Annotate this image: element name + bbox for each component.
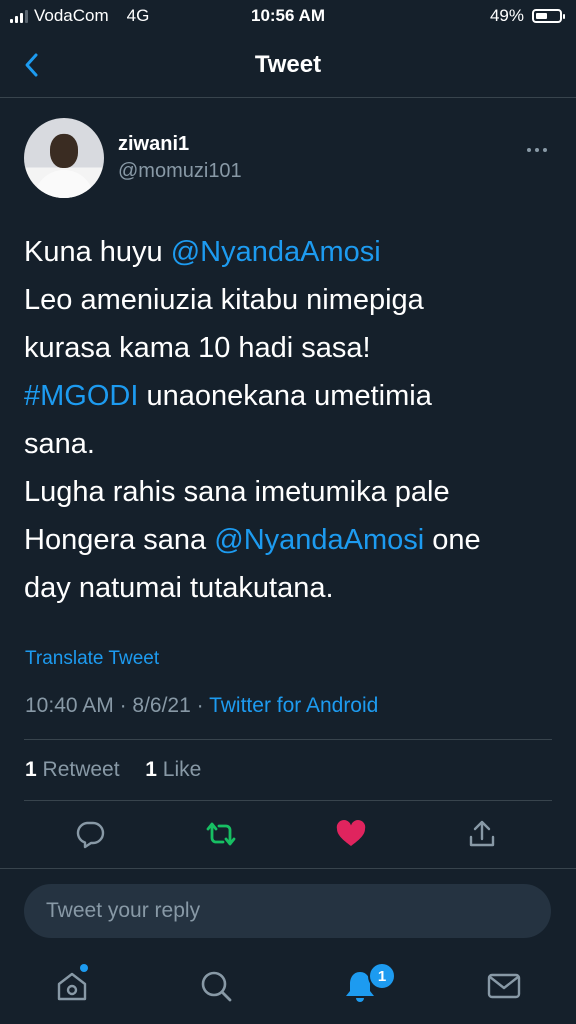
retweet-button[interactable] <box>204 818 236 850</box>
tweet-line: Hongera sana @NyandaAmosi one <box>24 516 554 564</box>
home-new-dot <box>80 964 88 972</box>
tweet-source-link[interactable]: Twitter for Android <box>209 694 378 717</box>
tweet-line: kurasa kama 10 hadi sasa! <box>24 324 554 372</box>
tweet-line: day natumai tutakutana. <box>24 564 554 612</box>
search-icon <box>201 971 232 1002</box>
tweet-text-segment: Kuna huyu <box>24 236 171 268</box>
divider <box>24 800 552 801</box>
tab-messages[interactable] <box>486 968 522 1004</box>
author-handle[interactable]: @momuzi101 <box>118 160 242 183</box>
tweet-time: 10:40 AM <box>25 694 114 717</box>
status-bar: VodaCom 4G 10:56 AM 49% <box>0 0 576 34</box>
reply-box[interactable] <box>24 884 551 938</box>
reply-button[interactable] <box>74 818 106 850</box>
tweet-text-segment: sana. <box>24 428 95 460</box>
tweet-line: Leo ameniuzia kitabu nimepiga <box>24 276 554 324</box>
tweet-stats: 1 Retweet 1 Like <box>25 758 201 782</box>
tab-search[interactable] <box>198 968 234 1004</box>
tweet-text-segment: Leo ameniuzia kitabu nimepiga <box>24 284 424 316</box>
tweet-line: #MGODI unaonekana umetimia <box>24 372 554 420</box>
nav-bar: Tweet <box>0 34 576 98</box>
tweet-line: Kuna huyu @NyandaAmosi <box>24 228 554 276</box>
share-button[interactable] <box>466 818 498 850</box>
tab-home[interactable] <box>54 968 90 1004</box>
divider <box>24 739 552 740</box>
translate-tweet-link[interactable]: Translate Tweet <box>25 648 159 670</box>
battery-fill <box>536 13 547 19</box>
battery-percent: 49% <box>489 6 524 25</box>
home-icon <box>57 972 87 1001</box>
status-right: 49% <box>489 6 565 26</box>
avatar-body <box>34 170 94 198</box>
avatar[interactable] <box>24 118 104 198</box>
tweet-text-segment: day natumai tutakutana. <box>24 572 334 604</box>
retweet-count: 1 <box>25 758 37 781</box>
meta-separator: · <box>113 694 133 717</box>
mention-link[interactable]: @NyandaAmosi <box>171 236 381 268</box>
like-count: 1 <box>145 758 157 781</box>
avatar-head <box>50 134 78 168</box>
tweet-text-segment: Lugha rahis sana imetumika pale <box>24 476 450 508</box>
hashtag-link[interactable]: #MGODI <box>24 380 138 412</box>
battery-icon <box>532 9 565 23</box>
retweet-label: Retweet <box>36 758 120 781</box>
action-bar <box>0 808 576 860</box>
author-display-name[interactable]: ziwani1 <box>118 133 189 156</box>
like-button[interactable] <box>335 818 367 850</box>
tweet-text-segment: Hongera sana <box>24 524 215 556</box>
retweets-stat[interactable]: 1 Retweet <box>25 758 120 781</box>
page-title: Tweet <box>254 51 322 78</box>
notification-badge: 1 <box>368 962 396 990</box>
heart-icon <box>336 820 366 846</box>
likes-stat[interactable]: 1 Like <box>145 758 201 781</box>
share-icon <box>469 820 495 847</box>
meta-separator: · <box>190 694 210 717</box>
reply-input[interactable] <box>44 898 531 924</box>
like-label: Like <box>156 758 202 781</box>
tweet-text: Kuna huyu @NyandaAmosi Leo ameniuzia kita… <box>24 228 554 612</box>
tweet-text-segment: kurasa kama 10 hadi sasa! <box>24 332 371 364</box>
tweet-line: Lugha rahis sana imetumika pale <box>24 468 554 516</box>
comment-icon <box>76 821 105 849</box>
tweet-text-segment: one <box>424 524 481 556</box>
tab-bar: 1 <box>0 950 576 1024</box>
tweet-meta: 10:40 AM · 8/6/21 · Twitter for Android <box>25 694 378 718</box>
mention-link[interactable]: @NyandaAmosi <box>214 524 424 556</box>
ellipsis-icon <box>527 148 547 152</box>
retweet-icon <box>206 822 236 846</box>
tweet-text-segment: unaonekana umetimia <box>138 380 432 412</box>
divider <box>0 868 576 869</box>
mail-icon <box>487 973 521 999</box>
tweet-date: 8/6/21 <box>132 694 191 717</box>
more-options-button[interactable] <box>526 140 548 152</box>
tweet-line: sana. <box>24 420 554 468</box>
